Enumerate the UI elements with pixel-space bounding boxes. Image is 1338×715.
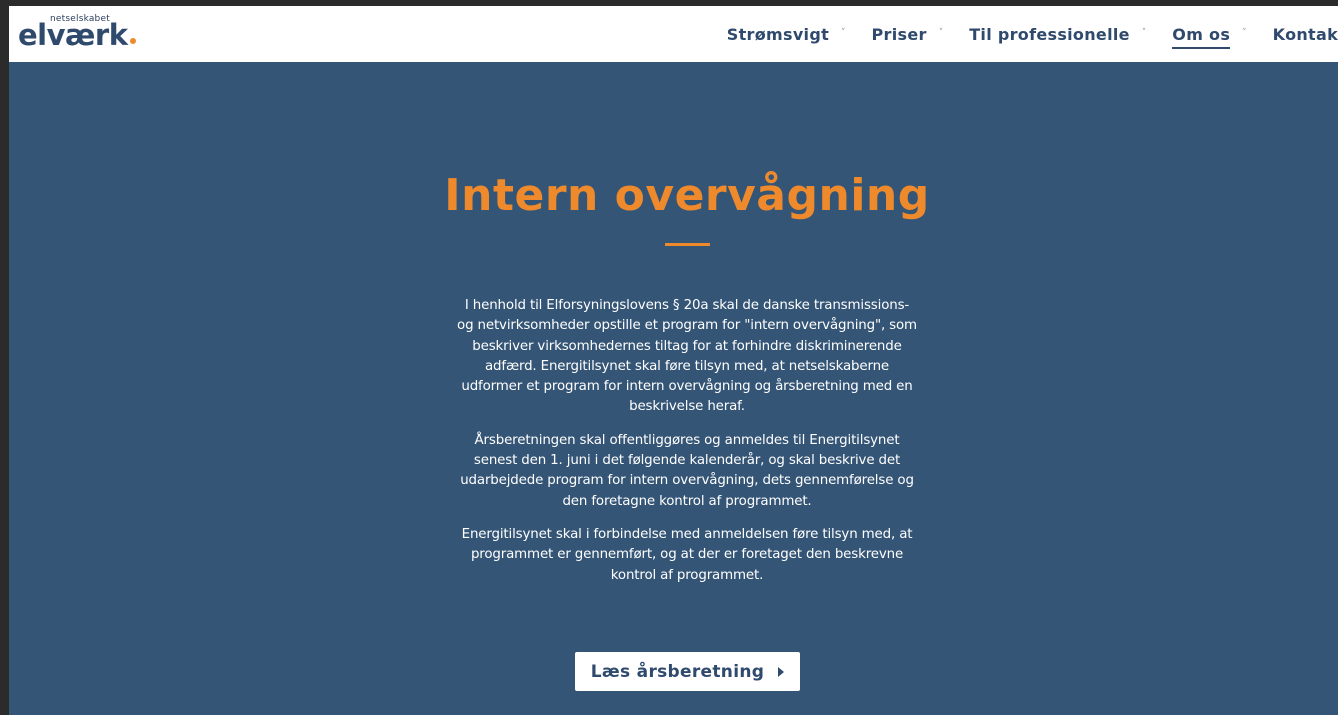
nav-item-label: Om os (1172, 24, 1231, 49)
nav-item-om-os[interactable]: Om os ˅ (1172, 6, 1247, 62)
paragraph: I henhold til Elforsyningslovens § 20a s… (457, 298, 917, 415)
logo-name: elværk (18, 18, 128, 52)
caret-right-icon (778, 666, 785, 677)
read-annual-report-button[interactable]: Læs årsberetning (575, 652, 800, 691)
chevron-down-icon: ˅ (841, 28, 846, 38)
paragraph: Energitilsynet skal i forbindelse med an… (461, 526, 913, 583)
page-title: Intern overvågning (444, 170, 930, 221)
nav-item-kontakt[interactable]: Kontakt (1273, 6, 1338, 62)
chevron-down-icon: ˅ (1242, 28, 1247, 38)
logo-dot-icon (129, 38, 136, 44)
nav-item-label: Strømsvigt (726, 24, 830, 44)
title-divider (665, 243, 710, 246)
nav-item-label: Til professionelle (969, 24, 1130, 44)
button-label: Læs årsberetning (590, 661, 765, 682)
page-viewport: netselskabet elværk Strømsvigt ˅ Priser … (9, 6, 1338, 715)
chevron-down-icon: ˅ (938, 28, 944, 38)
browser-frame: netselskabet elværk Strømsvigt ˅ Priser … (0, 0, 1338, 715)
logo-wordmark: elværk (18, 17, 136, 53)
hero-section: Intern overvågning I henhold til Elforsy… (9, 62, 1338, 715)
nav-item-label: Kontakt (1272, 24, 1338, 44)
nav-item-priser[interactable]: Priser ˅ (872, 6, 944, 62)
paragraph: Årsberetningen skal offentliggøres og an… (460, 432, 914, 509)
intro-text: I henhold til Elforsyningslovens § 20a s… (457, 296, 917, 599)
chevron-down-icon: ˅ (1141, 28, 1147, 38)
nav-item-stromsvigt[interactable]: Strømsvigt ˅ (727, 6, 846, 62)
site-header: netselskabet elværk Strømsvigt ˅ Priser … (9, 6, 1338, 62)
main-navigation: Strømsvigt ˅ Priser ˅ Til professionelle… (701, 6, 1338, 62)
nav-item-label: Priser (871, 24, 927, 44)
nav-item-til-professionelle[interactable]: Til professionelle ˅ (969, 6, 1146, 62)
